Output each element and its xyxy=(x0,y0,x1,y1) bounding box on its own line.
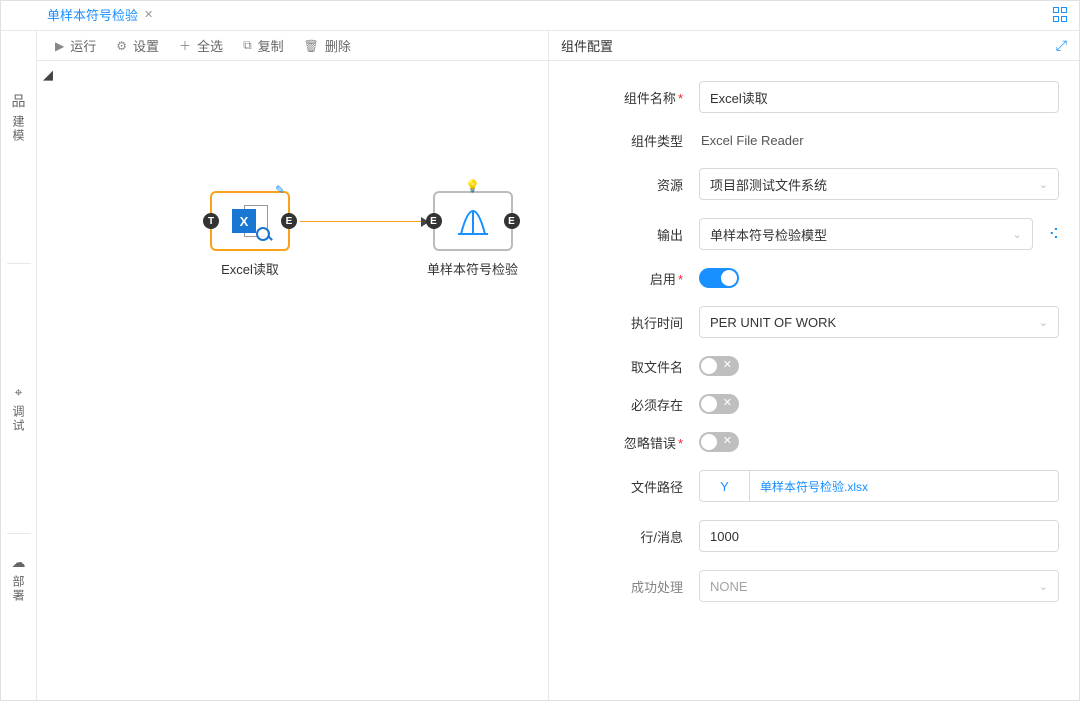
rows-input[interactable]: 1000 xyxy=(699,520,1059,552)
must-exist-switch[interactable]: ✕ xyxy=(699,394,739,414)
tab-label: 单样本符号检验 xyxy=(47,5,138,24)
component-type-text: Excel File Reader xyxy=(699,133,804,148)
file-filter-button[interactable]: Y xyxy=(700,471,750,501)
modeling-icon: 品 xyxy=(12,91,26,111)
run-button[interactable]: ▶运行 xyxy=(47,32,104,60)
chevron-down-icon: ⌄ xyxy=(1039,178,1048,191)
copy-icon: ⧉ xyxy=(243,38,252,53)
debug-icon: ⌖ xyxy=(15,384,23,401)
rail-deploy[interactable]: ☁ 部署 xyxy=(10,554,27,603)
port-input[interactable]: T xyxy=(203,213,219,229)
panel-title: 组件配置 xyxy=(561,36,613,55)
connector-line[interactable] xyxy=(300,221,428,222)
rail-debug[interactable]: ⌖ 调试 xyxy=(10,384,27,433)
enable-switch[interactable] xyxy=(699,268,739,288)
component-name-input[interactable]: Excel读取 xyxy=(699,81,1059,113)
success-select[interactable]: NONE⌄ xyxy=(699,570,1059,602)
close-icon[interactable]: ✕ xyxy=(144,8,153,21)
chevron-down-icon: ⌄ xyxy=(1039,316,1048,329)
gear-icon: ⚙ xyxy=(116,39,127,53)
node-excel-reader[interactable]: ✎ T X E Excel读取 xyxy=(210,191,290,278)
rail-modeling[interactable]: 品 建模 xyxy=(10,91,27,143)
expand-icon[interactable]: ⤢ xyxy=(1056,37,1067,54)
deploy-icon: ☁ xyxy=(12,554,26,571)
bulb-icon: 💡 xyxy=(465,179,480,193)
corner-handle-icon[interactable]: ◢ xyxy=(43,67,53,83)
play-icon: ▶ xyxy=(55,39,64,53)
plus-icon: ＋ xyxy=(179,37,191,54)
settings-button[interactable]: ⚙设置 xyxy=(108,32,167,60)
copy-button[interactable]: ⧉复制 xyxy=(235,32,292,60)
resource-select[interactable]: 项目部测试文件系统⌄ xyxy=(699,168,1059,200)
tab-workflow[interactable]: 单样本符号检验 ✕ xyxy=(37,1,163,30)
delete-button[interactable]: 🗑删除 xyxy=(296,32,359,60)
distribution-chart-icon xyxy=(453,201,493,241)
chevron-down-icon: ⌄ xyxy=(1013,228,1022,241)
select-all-button[interactable]: ＋全选 xyxy=(171,32,231,60)
share-icon[interactable]: ⠪ xyxy=(1049,226,1059,243)
edit-icon[interactable]: ✎ xyxy=(275,183,285,197)
required-marker: * xyxy=(678,272,683,287)
ignore-error-switch[interactable]: ✕ xyxy=(699,432,739,452)
excel-file-icon: X xyxy=(232,203,268,239)
node-label: 单样本符号检验 xyxy=(427,259,518,278)
chevron-down-icon: ⌄ xyxy=(1039,580,1048,593)
required-marker: * xyxy=(678,91,683,106)
workflow-canvas[interactable]: ◢ ✎ T X E Excel读取 xyxy=(37,61,548,700)
port-input[interactable]: E xyxy=(426,213,442,229)
funnel-icon: Y xyxy=(720,479,729,494)
port-output[interactable]: E xyxy=(504,213,520,229)
grid-layout-icon[interactable] xyxy=(1053,7,1069,23)
file-path-input[interactable]: 单样本符号检验.xlsx xyxy=(750,471,1058,501)
take-filename-switch[interactable]: ✕ xyxy=(699,356,739,376)
exec-time-select[interactable]: PER UNIT OF WORK⌄ xyxy=(699,306,1059,338)
port-output[interactable]: E xyxy=(281,213,297,229)
node-label: Excel读取 xyxy=(221,259,279,278)
node-sign-test[interactable]: 💡 E E 单样本符号检验 xyxy=(427,191,518,278)
trash-icon: 🗑 xyxy=(304,39,319,53)
output-select[interactable]: 单样本符号检验模型⌄ xyxy=(699,218,1033,250)
required-marker: * xyxy=(678,436,683,451)
